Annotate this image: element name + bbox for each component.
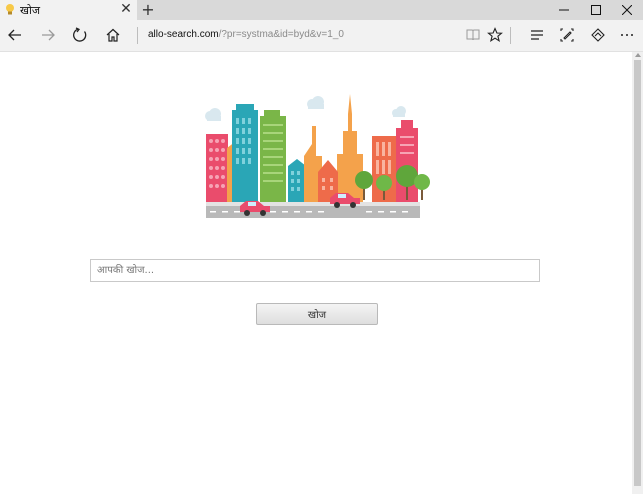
search-button[interactable]: खोज xyxy=(256,303,378,325)
refresh-icon[interactable] xyxy=(69,25,91,47)
more-icon[interactable] xyxy=(616,25,638,47)
tab-title: खोज xyxy=(20,4,41,17)
tab-strip: खोज ✕ + xyxy=(0,0,643,20)
hub-icon[interactable] xyxy=(526,25,548,47)
forward-arrow-icon[interactable] xyxy=(37,25,59,47)
new-tab-button[interactable]: + xyxy=(140,0,156,20)
browser-toolbar: allo-search.com/?pr=systma&id=byd&v=1_0 xyxy=(0,20,643,52)
scrollbar-thumb[interactable] xyxy=(634,60,641,486)
browser-tab[interactable]: खोज ✕ xyxy=(0,0,137,20)
scroll-up-arrow-icon[interactable] xyxy=(634,53,641,57)
maximize-icon[interactable] xyxy=(580,0,612,20)
url-host: allo-search.com xyxy=(148,29,219,40)
address-bar[interactable]: allo-search.com/?pr=systma&id=byd&v=1_0 xyxy=(148,29,344,40)
close-window-icon[interactable] xyxy=(611,0,643,20)
back-arrow-icon[interactable] xyxy=(4,25,26,47)
favorite-star-icon[interactable] xyxy=(484,25,506,47)
home-icon[interactable] xyxy=(102,25,124,47)
reading-view-icon[interactable] xyxy=(462,25,484,47)
toolbar-separator xyxy=(510,27,511,44)
tab-close-icon[interactable]: ✕ xyxy=(119,1,133,17)
web-note-icon[interactable] xyxy=(556,25,578,47)
page-content: खोज xyxy=(0,52,632,494)
url-path: /?pr=systma&id=byd&v=1_0 xyxy=(218,29,344,40)
minimize-icon[interactable] xyxy=(548,0,580,20)
lightbulb-icon xyxy=(5,3,15,16)
share-icon[interactable] xyxy=(587,25,609,47)
city-skyline-illustration xyxy=(205,94,430,218)
toolbar-separator xyxy=(137,27,138,44)
vertical-scrollbar[interactable] xyxy=(632,52,643,494)
search-input[interactable] xyxy=(90,259,540,282)
